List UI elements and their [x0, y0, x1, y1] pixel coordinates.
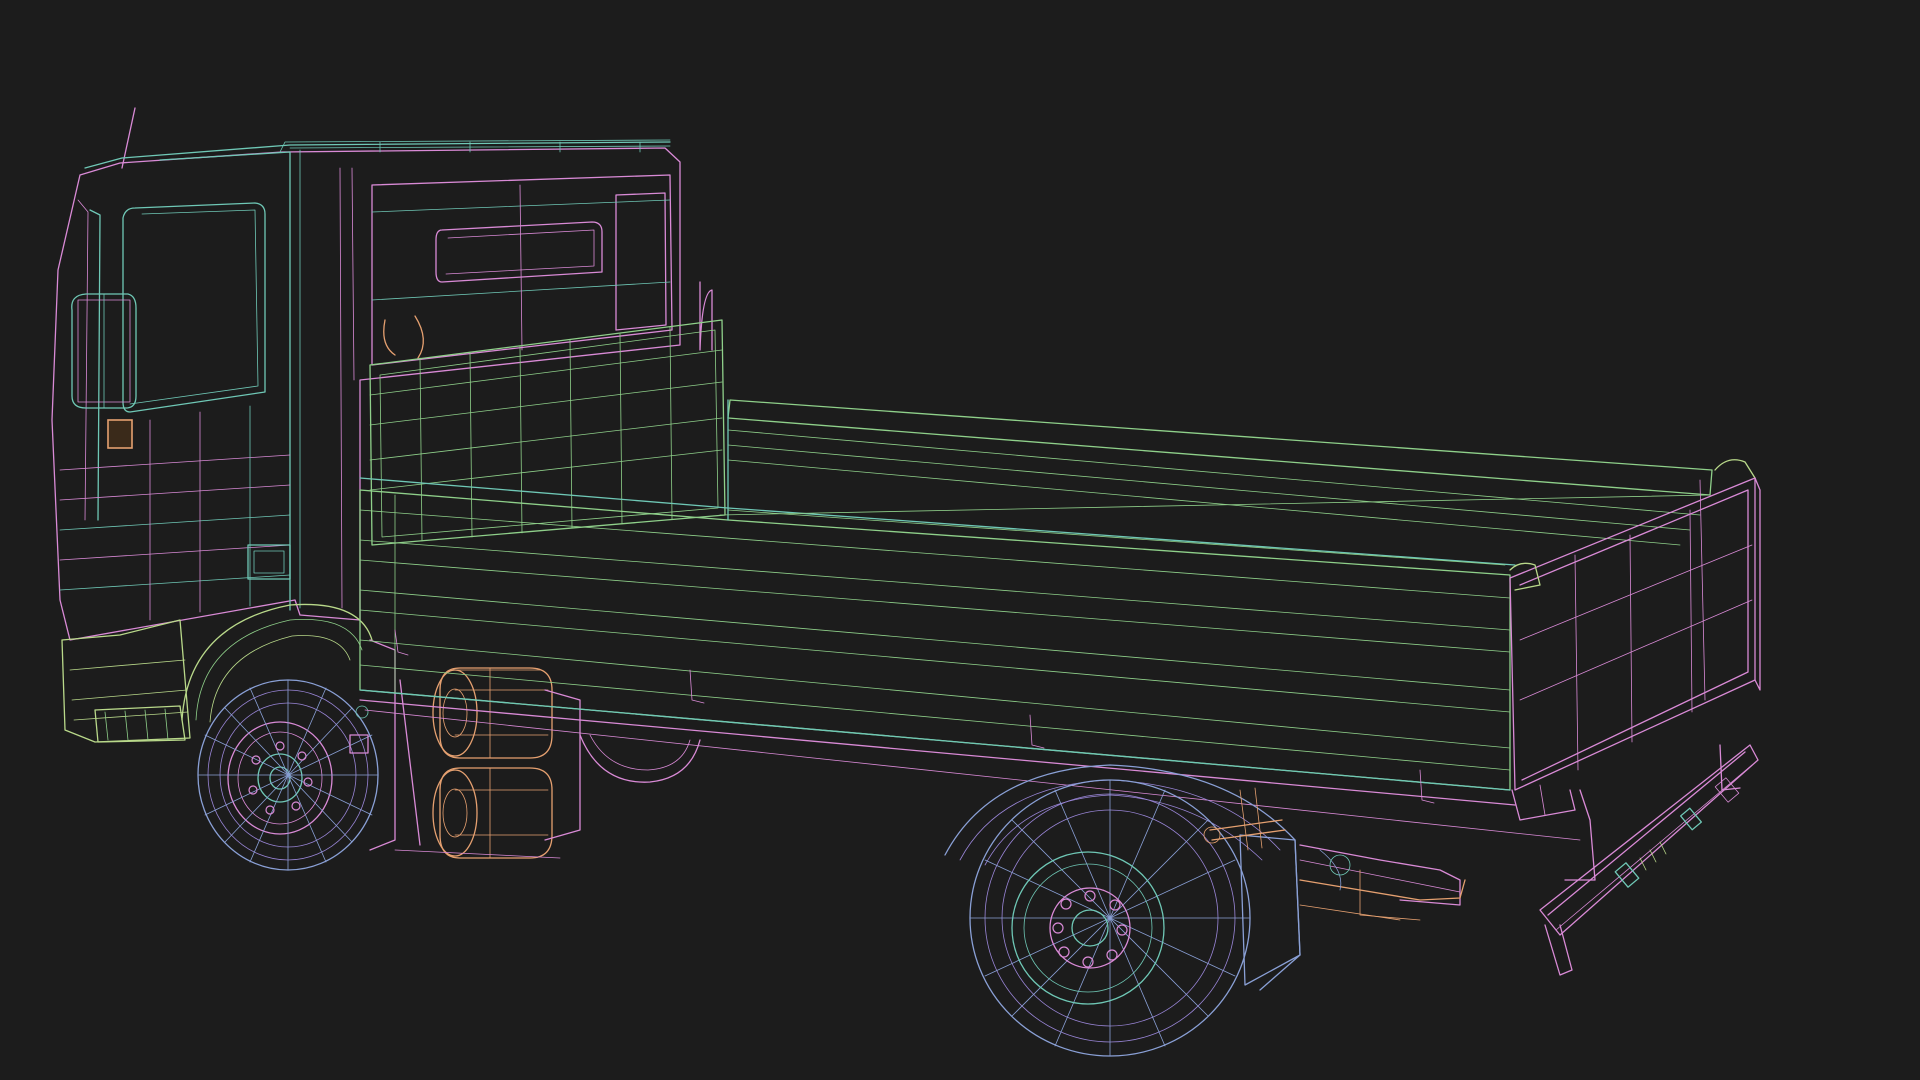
3d-viewport[interactable] — [0, 0, 1920, 1080]
door-indicator — [107, 419, 133, 449]
truck-wireframe-render — [0, 0, 1920, 1080]
viewport-background — [0, 0, 1920, 1080]
